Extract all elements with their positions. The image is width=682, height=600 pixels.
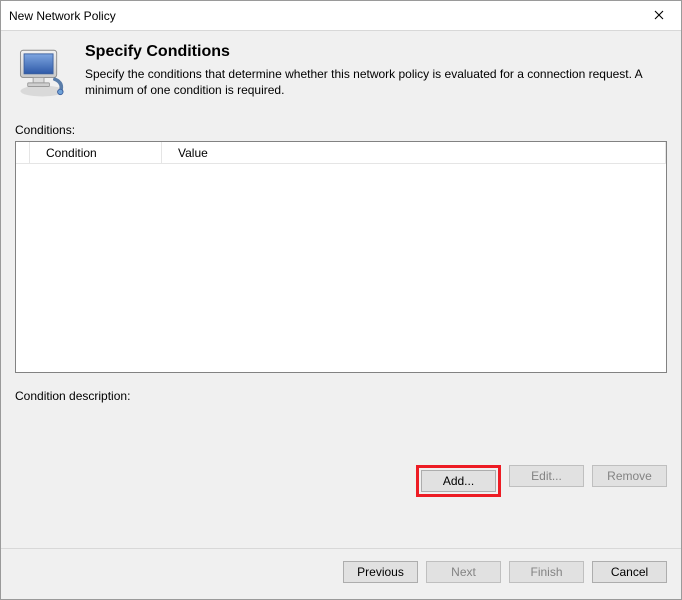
list-body[interactable] (16, 164, 666, 372)
content-area: Specify Conditions Specify the condition… (1, 31, 681, 548)
edit-button: Edit... (509, 465, 584, 487)
close-icon (654, 8, 664, 23)
column-condition[interactable]: Condition (30, 142, 162, 164)
cancel-button[interactable]: Cancel (592, 561, 667, 583)
wizard-header: Specify Conditions Specify the condition… (1, 31, 681, 121)
dialog-window: New Network Policy (0, 0, 682, 600)
remove-button: Remove (592, 465, 667, 487)
titlebar: New Network Policy (1, 1, 681, 31)
list-header: Condition Value (16, 142, 666, 164)
next-button: Next (426, 561, 501, 583)
close-button[interactable] (636, 1, 681, 30)
grip-column (16, 142, 30, 164)
conditions-list[interactable]: Condition Value (15, 141, 667, 373)
list-buttons-row: Add... Edit... Remove (1, 457, 681, 515)
wizard-nav-bar: Previous Next Finish Cancel (1, 548, 681, 599)
monitor-network-icon (15, 43, 73, 101)
finish-button: Finish (509, 561, 584, 583)
wizard-heading: Specify Conditions (85, 43, 667, 61)
previous-button[interactable]: Previous (343, 561, 418, 583)
wizard-subheading: Specify the conditions that determine wh… (85, 66, 667, 98)
condition-description (1, 407, 681, 431)
add-button[interactable]: Add... (421, 470, 496, 492)
condition-description-label: Condition description: (1, 373, 681, 407)
window-title: New Network Policy (9, 9, 636, 23)
column-value[interactable]: Value (162, 142, 666, 164)
add-button-highlight: Add... (416, 465, 501, 497)
conditions-label: Conditions: (1, 121, 681, 141)
